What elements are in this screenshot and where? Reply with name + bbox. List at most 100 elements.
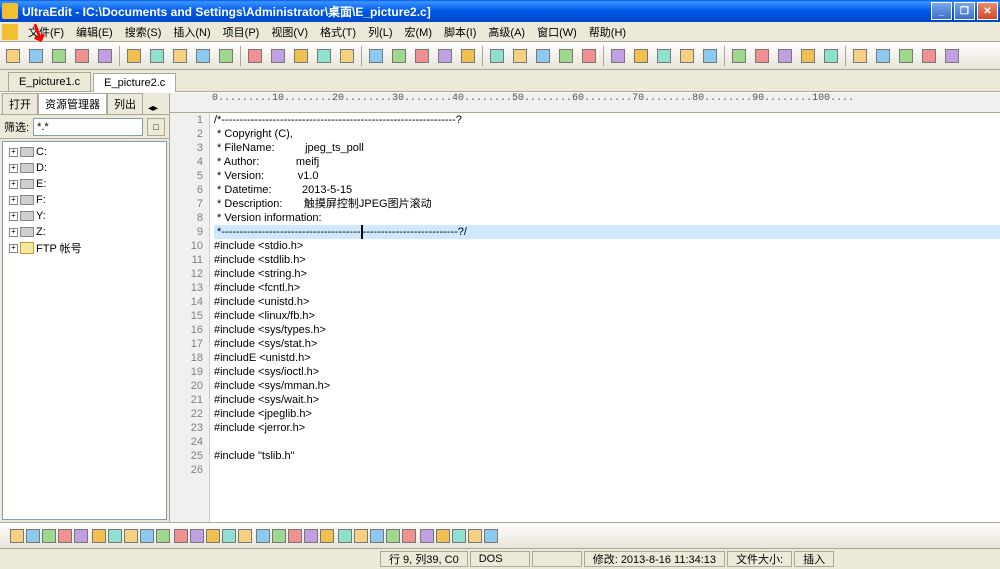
code-line[interactable]: #include <unistd.h> <box>214 295 1000 309</box>
code-line[interactable]: #include <string.h> <box>214 267 1000 281</box>
toolbar-button[interactable] <box>290 45 312 67</box>
tree-drive-item[interactable]: +Y: <box>5 208 164 224</box>
toolbar-button[interactable] <box>607 45 629 67</box>
toolbar-button[interactable] <box>452 529 466 543</box>
toolbar-button[interactable] <box>468 529 482 543</box>
code-line[interactable]: #include <linux/fb.h> <box>214 309 1000 323</box>
code-line[interactable]: #include <jerror.h> <box>214 421 1000 435</box>
code-line[interactable]: * Version information: <box>214 211 1000 225</box>
tree-drive-item[interactable]: +E: <box>5 176 164 192</box>
expand-icon[interactable]: + <box>9 228 18 237</box>
toolbar-button[interactable] <box>169 45 191 67</box>
menu-item[interactable]: 编辑(E) <box>70 22 119 42</box>
file-tree[interactable]: +C:+D:+E:+F:+Y:+Z:+FTP 帐号 <box>2 141 167 520</box>
toolbar-button[interactable] <box>386 529 400 543</box>
file-tab[interactable]: E_picture1.c <box>8 72 91 91</box>
toolbar-button[interactable] <box>578 45 600 67</box>
code-line[interactable]: #include <stdlib.h> <box>214 253 1000 267</box>
expand-icon[interactable]: + <box>9 164 18 173</box>
code-line[interactable]: #include <stdio.h> <box>214 239 1000 253</box>
menu-item[interactable]: 帮助(H) <box>583 22 632 42</box>
toolbar-button[interactable] <box>244 45 266 67</box>
toolbar-button[interactable] <box>206 529 220 543</box>
code-line[interactable]: /*--------------------------------------… <box>214 113 1000 127</box>
code-line[interactable]: * Datetime: 2013-5-15 <box>214 183 1000 197</box>
menu-item[interactable]: 窗口(W) <box>531 22 583 42</box>
code-line[interactable]: * Copyright (C), <box>214 127 1000 141</box>
sidebar-tab-open[interactable]: 打开 <box>2 93 38 114</box>
toolbar-button[interactable] <box>174 529 188 543</box>
menu-item[interactable]: 列(L) <box>362 22 398 42</box>
toolbar-button[interactable] <box>411 45 433 67</box>
toolbar-button[interactable] <box>272 529 286 543</box>
toolbar-button[interactable] <box>653 45 675 67</box>
expand-icon[interactable]: + <box>9 180 18 189</box>
toolbar-button[interactable] <box>94 45 116 67</box>
toolbar-button[interactable] <box>509 45 531 67</box>
toolbar-button[interactable] <box>25 45 47 67</box>
filter-input[interactable] <box>33 118 143 136</box>
close-button[interactable]: ✕ <box>977 2 998 20</box>
toolbar-button[interactable] <box>222 529 236 543</box>
toolbar-button[interactable] <box>699 45 721 67</box>
code-line[interactable]: #include <sys/types.h> <box>214 323 1000 337</box>
toolbar-button[interactable] <box>256 529 270 543</box>
toolbar-button[interactable] <box>630 45 652 67</box>
file-tab[interactable]: E_picture2.c <box>93 73 176 92</box>
toolbar-button[interactable] <box>484 529 498 543</box>
toolbar-button[interactable] <box>2 45 24 67</box>
menu-item[interactable]: 宏(M) <box>399 22 439 42</box>
toolbar-button[interactable] <box>74 529 88 543</box>
toolbar-button[interactable] <box>797 45 819 67</box>
toolbar-button[interactable] <box>532 45 554 67</box>
toolbar-button[interactable] <box>108 529 122 543</box>
toolbar-button[interactable] <box>895 45 917 67</box>
toolbar-button[interactable] <box>728 45 750 67</box>
toolbar-button[interactable] <box>92 529 106 543</box>
menu-item[interactable]: 文件(F) <box>22 22 70 42</box>
menu-item[interactable]: 插入(N) <box>167 22 216 42</box>
toolbar-button[interactable] <box>676 45 698 67</box>
toolbar-button[interactable] <box>71 45 93 67</box>
toolbar-button[interactable] <box>774 45 796 67</box>
toolbar-button[interactable] <box>820 45 842 67</box>
filter-button[interactable]: □ <box>147 118 165 136</box>
maximize-button[interactable]: ❐ <box>954 2 975 20</box>
toolbar-button[interactable] <box>288 529 302 543</box>
menu-item[interactable]: 脚本(I) <box>438 22 482 42</box>
code-line[interactable]: #include <fcntl.h> <box>214 281 1000 295</box>
toolbar-button[interactable] <box>123 45 145 67</box>
toolbar-button[interactable] <box>10 529 24 543</box>
toolbar-button[interactable] <box>304 529 318 543</box>
tree-drive-item[interactable]: +C: <box>5 144 164 160</box>
menu-item[interactable]: 项目(P) <box>217 22 266 42</box>
toolbar-button[interactable] <box>354 529 368 543</box>
expand-icon[interactable]: + <box>9 148 18 157</box>
tree-ftp-item[interactable]: +FTP 帐号 <box>5 240 164 256</box>
toolbar-button[interactable] <box>146 45 168 67</box>
code-line[interactable]: *---------------------------------------… <box>214 225 1000 239</box>
toolbar-button[interactable] <box>436 529 450 543</box>
toolbar-button[interactable] <box>320 529 334 543</box>
code-line[interactable]: #include <jpeglib.h> <box>214 407 1000 421</box>
minimize-button[interactable]: _ <box>931 2 952 20</box>
toolbar-button[interactable] <box>267 45 289 67</box>
toolbar-button[interactable] <box>751 45 773 67</box>
toolbar-button[interactable] <box>388 45 410 67</box>
toolbar-button[interactable] <box>338 529 352 543</box>
code-line[interactable]: #include <sys/ioctl.h> <box>214 365 1000 379</box>
code-line[interactable]: * Version: v1.0 <box>214 169 1000 183</box>
code-content[interactable]: /*--------------------------------------… <box>210 113 1000 522</box>
code-line[interactable]: * FileName: jpeg_ts_poll <box>214 141 1000 155</box>
sidebar-tab-scroll[interactable]: ◂▸ <box>143 103 163 114</box>
toolbar-button[interactable] <box>486 45 508 67</box>
toolbar-button[interactable] <box>336 45 358 67</box>
code-line[interactable]: #include <sys/mman.h> <box>214 379 1000 393</box>
expand-icon[interactable]: + <box>9 212 18 221</box>
expand-icon[interactable]: + <box>9 196 18 205</box>
toolbar-button[interactable] <box>156 529 170 543</box>
toolbar-button[interactable] <box>420 529 434 543</box>
toolbar-button[interactable] <box>365 45 387 67</box>
code-line[interactable] <box>214 463 1000 477</box>
toolbar-button[interactable] <box>555 45 577 67</box>
